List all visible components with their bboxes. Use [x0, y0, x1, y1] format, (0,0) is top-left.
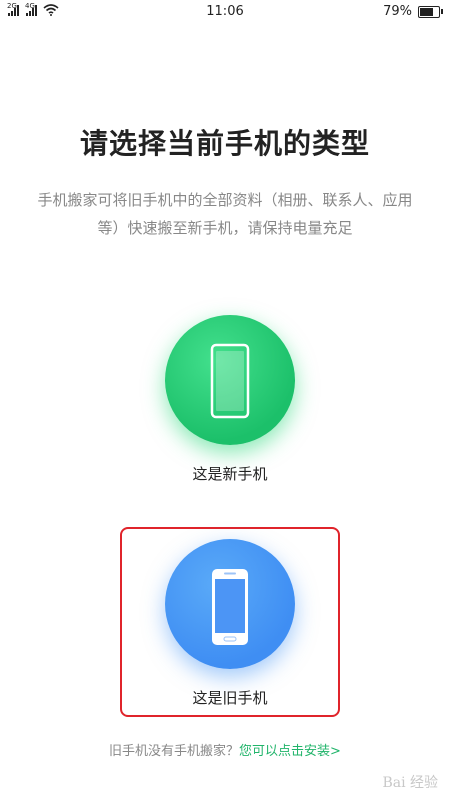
- old-phone-option[interactable]: 这是旧手机: [120, 527, 340, 717]
- old-phone-circle[interactable]: [165, 539, 295, 669]
- old-phone-label: 这是旧手机: [192, 689, 268, 707]
- new-phone-option[interactable]: 这是新手机: [120, 305, 340, 490]
- page-subtitle: 手机搬家可将旧手机中的全部资料（相册、联系人、应用等）快速搬至新手机，请保持电量…: [37, 191, 413, 237]
- new-phone-circle[interactable]: [165, 315, 295, 445]
- battery-percent: 79%: [383, 4, 412, 19]
- new-phone-label: 这是新手机: [192, 465, 268, 483]
- watermark: Bai 经验: [382, 775, 438, 791]
- page-title: 请选择当前手机的类型: [79, 127, 370, 160]
- phone-icon: [210, 343, 250, 419]
- install-link[interactable]: 您可以点击安装>: [239, 744, 341, 759]
- status-bar: 2G 4G 11:06 79%: [0, 0, 450, 24]
- install-hint-text: 旧手机没有手机搬家？: [109, 744, 240, 759]
- phone-icon: [212, 569, 248, 645]
- install-hint: 旧手机没有手机搬家？您可以点击安装>: [0, 740, 450, 759]
- battery-icon: [418, 5, 443, 18]
- battery-status: 79%: [383, 4, 443, 19]
